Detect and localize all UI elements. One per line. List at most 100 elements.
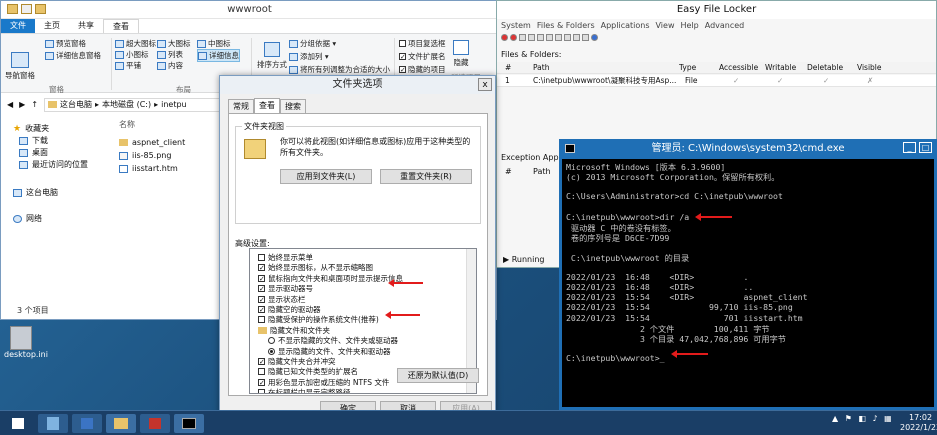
- col-visible[interactable]: Visible: [857, 63, 882, 72]
- add-column-button[interactable]: 添加列 ▾: [289, 51, 329, 62]
- delete-icon[interactable]: [546, 34, 553, 41]
- reset-folders-button[interactable]: 重置文件夹(R): [380, 169, 472, 184]
- tab-home[interactable]: 主页: [35, 19, 69, 33]
- details-view-button[interactable]: 详细信息: [197, 49, 240, 62]
- exc-col-num[interactable]: #: [505, 167, 512, 176]
- desktop-ini-icon[interactable]: desktop.ini: [4, 326, 48, 359]
- explorer-taskbar[interactable]: [106, 414, 136, 433]
- item-checkboxes-toggle[interactable]: 项目复选框: [399, 38, 446, 49]
- settings-item[interactable]: ✓ 显示驱动器号: [258, 283, 313, 294]
- list-item[interactable]: aspnet_client: [119, 138, 185, 147]
- col-accessible[interactable]: Accessible: [719, 63, 758, 72]
- tab-share[interactable]: 共享: [69, 19, 103, 33]
- small-icons-button[interactable]: 小图标: [115, 49, 149, 60]
- nav-downloads[interactable]: 下载: [19, 135, 48, 146]
- start-icon[interactable]: [510, 34, 517, 41]
- server-manager-taskbar[interactable]: [38, 414, 68, 433]
- exc-col-path[interactable]: Path: [533, 167, 551, 176]
- start-button[interactable]: [4, 414, 32, 433]
- group-by-button[interactable]: 分组依据 ▾: [289, 38, 336, 49]
- preview-pane-button[interactable]: 预览窗格: [45, 38, 86, 49]
- settings-item[interactable]: ✓ 鼠标指向文件夹和桌面项时显示提示信息: [258, 273, 403, 284]
- nav-this-pc[interactable]: 这台电脑: [13, 187, 58, 198]
- menu-applications[interactable]: Applications: [601, 21, 650, 30]
- nav-desktop[interactable]: 桌面: [19, 147, 48, 158]
- medium-icons-button[interactable]: 中图标: [197, 38, 231, 49]
- minimize-icon[interactable]: _: [903, 142, 916, 153]
- settings-item[interactable]: ✓ 隐藏文件夹合并冲突: [258, 356, 336, 367]
- col-writable[interactable]: Writable: [765, 63, 796, 72]
- restore-defaults-button[interactable]: 还原为默认值(D): [397, 368, 479, 383]
- col-num[interactable]: #: [505, 63, 511, 72]
- column-header-name[interactable]: 名称: [119, 119, 135, 130]
- powershell-taskbar[interactable]: [72, 414, 102, 433]
- explorer-titlebar[interactable]: wwwroot: [1, 1, 496, 19]
- system-tray-icons[interactable]: ▲ ⚑ ◧ ♪ ▦: [832, 414, 894, 423]
- settings-item[interactable]: 隐藏已知文件类型的扩展名: [258, 366, 358, 377]
- tiles-button[interactable]: 平铺: [115, 60, 141, 71]
- menu-system[interactable]: System: [501, 21, 531, 30]
- tab-view[interactable]: 查看: [254, 98, 280, 113]
- folder-options-dialog[interactable]: 文件夹选项 x 常规 查看 搜索 文件夹视图 你可以将此视图(如详细信息或图标)…: [219, 75, 496, 416]
- settings-item[interactable]: ✓ 始终显示图标，从不显示缩略图: [258, 262, 373, 273]
- nav-favorites[interactable]: ★ 收藏夹: [13, 123, 49, 134]
- settings-item[interactable]: ✓ 显示状态栏: [258, 294, 306, 305]
- settings-item[interactable]: 不显示隐藏的文件、文件夹或驱动器: [268, 335, 398, 346]
- nav-recent[interactable]: 最近访问的位置: [19, 159, 88, 170]
- add-file-icon[interactable]: [519, 34, 526, 41]
- nav-network[interactable]: 网络: [13, 213, 42, 224]
- forward-arrow-icon[interactable]: ▶: [19, 100, 25, 109]
- tab-file[interactable]: 文件: [1, 19, 35, 33]
- nav-pane-button[interactable]: 导航窗格: [5, 52, 35, 81]
- col-path[interactable]: Path: [533, 63, 549, 72]
- info-icon[interactable]: [591, 34, 598, 41]
- breadcrumb-this-pc[interactable]: 这台电脑: [60, 99, 92, 110]
- list-item[interactable]: iisstart.htm: [119, 164, 178, 173]
- settings-item[interactable]: 始终显示菜单: [258, 252, 313, 263]
- list-button[interactable]: 列表: [157, 49, 183, 60]
- clock[interactable]: 17:02 2022/1/23: [900, 413, 937, 433]
- settings-item[interactable]: 隐藏受保护的操作系统文件(推荐): [258, 314, 379, 325]
- xl-icons-button[interactable]: 超大图标: [115, 38, 156, 49]
- fit-columns-button[interactable]: 将所有列调整为合适的大小: [289, 64, 390, 75]
- large-icons-button[interactable]: 大图标: [157, 38, 191, 49]
- maximize-icon[interactable]: □: [919, 142, 932, 153]
- col-deletable[interactable]: Deletable: [807, 63, 843, 72]
- password-icon[interactable]: [582, 34, 589, 41]
- tab-search[interactable]: 搜索: [280, 99, 306, 114]
- sort-by-button[interactable]: 排序方式: [257, 42, 287, 70]
- settings-item[interactable]: 显示隐藏的文件、文件夹和驱动器: [268, 346, 391, 357]
- back-arrow-icon[interactable]: ◀: [7, 100, 13, 109]
- settings-item[interactable]: 在标题栏中显示完整路径: [258, 387, 351, 393]
- list-item[interactable]: iis-85.png: [119, 151, 171, 160]
- close-button[interactable]: x: [478, 78, 492, 91]
- details-pane-button[interactable]: 详细信息窗格: [45, 50, 101, 61]
- settings-icon[interactable]: [573, 34, 580, 41]
- breadcrumb-local-disk[interactable]: 本地磁盘 (C:): [102, 99, 151, 110]
- menu-files-folders[interactable]: Files & Folders: [537, 21, 595, 30]
- easy-file-locker-taskbar[interactable]: [140, 414, 170, 433]
- settings-item[interactable]: 隐藏文件和文件夹: [258, 325, 330, 336]
- hide-selected-button[interactable]: 隐藏: [453, 40, 469, 68]
- apply-to-folders-button[interactable]: 应用到文件夹(L): [280, 169, 372, 184]
- hidden-items-toggle[interactable]: ✓ 隐藏的项目: [399, 64, 446, 75]
- move-down-icon[interactable]: [564, 34, 571, 41]
- add-folder-icon[interactable]: [528, 34, 535, 41]
- file-ext-toggle[interactable]: ✓ 文件扩展名: [399, 51, 446, 62]
- edit-icon[interactable]: [537, 34, 544, 41]
- settings-item[interactable]: ✓ 隐藏空的驱动器: [258, 304, 321, 315]
- stop-icon[interactable]: [501, 34, 508, 41]
- cmd-titlebar[interactable]: 管理员: C:\Windows\system32\cmd.exe _ □: [559, 139, 937, 159]
- col-type[interactable]: Type: [679, 63, 696, 72]
- table-row[interactable]: 1 C:\inetpub\wwwroot\凝聚科技专用Asp... File ✓…: [497, 75, 936, 87]
- cmd-window[interactable]: 管理员: C:\Windows\system32\cmd.exe _ □ Mic…: [559, 139, 937, 410]
- menu-view[interactable]: View: [656, 21, 675, 30]
- tab-general[interactable]: 常规: [228, 99, 254, 114]
- cmd-taskbar[interactable]: [174, 414, 204, 433]
- content-button[interactable]: 内容: [157, 60, 183, 71]
- settings-item[interactable]: ✓ 用彩色显示加密或压缩的 NTFS 文件: [258, 377, 389, 388]
- tab-view[interactable]: 查看: [103, 19, 139, 33]
- menu-help[interactable]: Help: [680, 21, 698, 30]
- move-up-icon[interactable]: [555, 34, 562, 41]
- breadcrumb-inetpub[interactable]: inetpu: [161, 100, 187, 109]
